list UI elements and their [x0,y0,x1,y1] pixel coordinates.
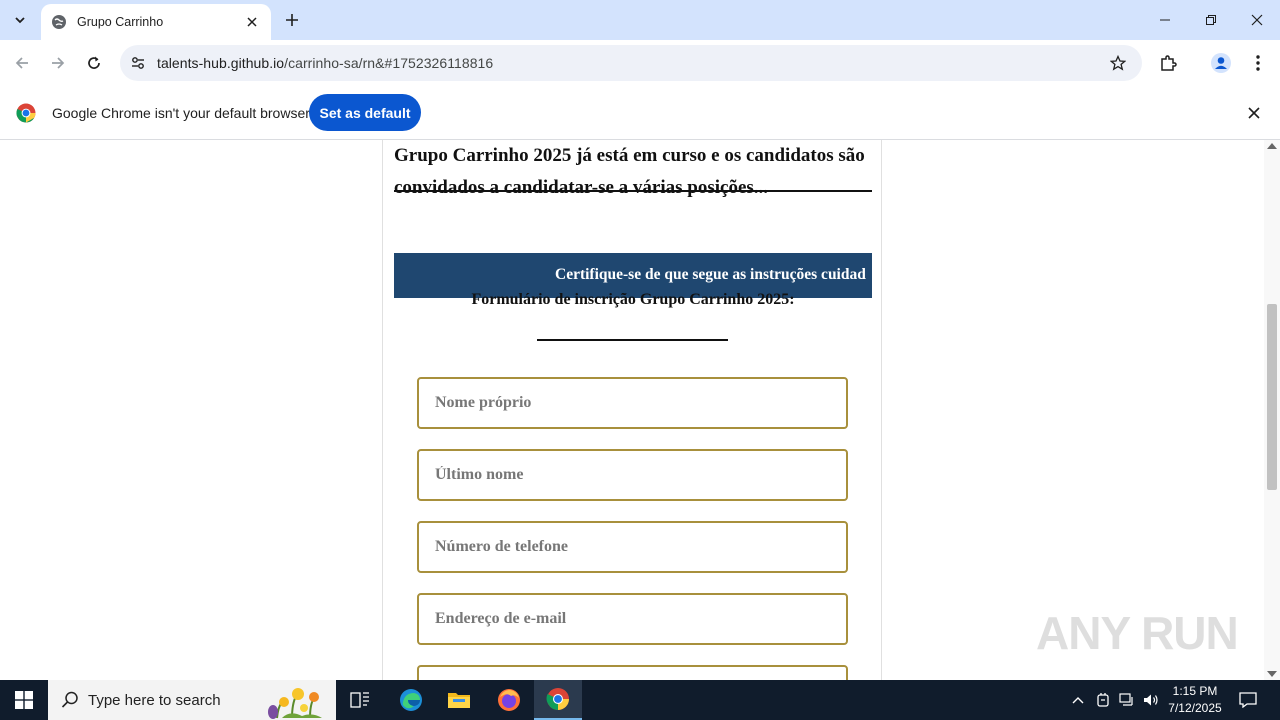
site-info-icon[interactable] [128,53,148,73]
chevron-down-icon [15,17,25,24]
arrow-left-icon [15,57,28,69]
taskbar-firefox[interactable] [485,680,533,720]
windows-logo-icon [15,691,33,709]
network-icon[interactable] [1116,680,1138,720]
taskbar-search-box[interactable]: Type here to search [48,680,336,720]
email-field[interactable] [417,593,848,645]
puzzle-icon [1161,55,1177,71]
task-view-button[interactable] [336,680,384,720]
taskbar-search-placeholder: Type here to search [88,692,221,709]
back-button[interactable] [8,49,36,77]
phone-number-field[interactable] [417,521,848,573]
tab-strip: Grupo Carrinho [0,0,1280,40]
taskbar-clock[interactable]: 1:15 PM 7/12/2025 [1160,683,1230,717]
minimize-icon [1160,19,1170,21]
tab-grupo-carrinho[interactable]: Grupo Carrinho [41,4,271,40]
chevron-up-icon [1072,697,1084,704]
profile-button[interactable] [1207,49,1235,77]
start-button[interactable] [0,680,48,720]
reload-button[interactable] [80,49,108,77]
default-browser-infobar: Google Chrome isn't your default browser… [0,86,1280,140]
volume-icon[interactable] [1140,680,1162,720]
close-tab-icon[interactable] [243,13,261,31]
close-window-button[interactable] [1234,0,1280,40]
page-scrollbar[interactable] [1264,140,1280,680]
show-hidden-icons-button[interactable] [1068,680,1088,720]
taskbar-edge[interactable] [387,680,435,720]
folder-icon [448,693,470,708]
task-view-icon [350,692,369,708]
anyrun-watermark: ANY RUN [1036,607,1239,659]
notification-icon [1239,692,1257,708]
globe-icon [51,14,67,30]
restore-icon [1206,15,1216,25]
page-viewport: Grupo Carrinho 2025 já está em curso e o… [0,140,1264,680]
clock-time: 1:15 PM [1172,684,1218,698]
next-form-field[interactable] [417,665,848,680]
scroll-down-arrow-icon[interactable] [1267,671,1277,677]
infobar-message: Google Chrome isn't your default browser [52,105,310,121]
extensions-button[interactable] [1154,49,1182,77]
menu-button[interactable] [1244,49,1272,77]
form-title-divider [537,339,728,341]
close-infobar-icon[interactable] [1244,103,1264,123]
scrollbar-thumb[interactable] [1267,304,1277,490]
tab-title: Grupo Carrinho [77,15,164,29]
search-icon [61,691,78,708]
set-as-default-button[interactable]: Set as default [309,94,421,131]
profile-icon [1211,53,1231,73]
notifications-button[interactable] [1236,680,1260,720]
arrow-right-icon [52,57,65,69]
url-text: talents-hub.github.io/carrinho-sa/rn&#17… [157,55,493,71]
address-bar[interactable]: talents-hub.github.io/carrinho-sa/rn&#17… [120,45,1142,81]
form-title: Formulário de inscrição Grupo Carrinho 2… [471,291,795,308]
scroll-up-arrow-icon[interactable] [1267,143,1277,149]
clock-date: 7/12/2025 [1168,701,1222,715]
more-vertical-icon [1256,55,1260,71]
last-name-field[interactable] [417,449,848,501]
search-highlight-flowers-icon [268,688,322,719]
forward-button[interactable] [44,49,72,77]
tray-device-icon[interactable] [1092,680,1114,720]
first-name-field[interactable] [417,377,848,429]
reload-icon [88,56,100,69]
tab-search-button[interactable] [6,6,34,34]
chrome-logo-icon [16,103,36,123]
taskbar-file-explorer[interactable] [435,680,483,720]
url-host: talents-hub.github.io [157,55,285,71]
banner-marquee-text: Certifique-se de que segue as instruções… [555,266,866,283]
windows-taskbar: Type here to search 1:15 PM 7/12/2025 [0,680,1280,720]
new-tab-button[interactable] [282,10,302,30]
content-column: Grupo Carrinho 2025 já está em curso e o… [382,140,882,680]
chrome-icon [546,688,569,710]
bookmark-star-icon[interactable] [1108,53,1128,73]
url-path: /carrinho-sa/rn&#1752326118816 [284,55,494,71]
firefox-icon [498,689,520,711]
edge-icon [400,689,422,711]
minimize-button[interactable] [1142,0,1188,40]
close-icon [1251,14,1263,26]
taskbar-chrome[interactable] [534,680,582,720]
page-headline: Grupo Carrinho 2025 já está em curso e o… [394,145,865,198]
plus-icon [286,14,298,26]
restore-button[interactable] [1188,0,1234,40]
headline-divider [394,190,872,192]
